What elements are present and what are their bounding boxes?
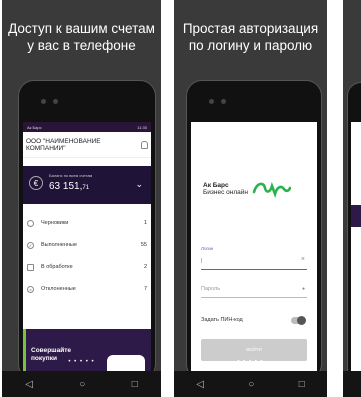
- bell-icon[interactable]: [141, 140, 148, 149]
- balance-label: Баланс по всем счетам: [49, 173, 93, 178]
- phone-mockup: Ак Барс 11:30 ООО "НАИМЕНОВАНИЕ КОМПАНИИ…: [18, 80, 156, 380]
- company-selector[interactable]: ООО "НАИМЕНОВАНИЕ КОМПАНИИ": [23, 132, 151, 158]
- list-item-count: 55: [140, 242, 147, 248]
- list-item[interactable]: Черновики 1: [23, 212, 151, 234]
- list-item-label: Выполненные: [41, 242, 77, 248]
- screenshot-panel-accounts: Доступ к вашим счетам у вас в телефоне А…: [2, 0, 161, 397]
- camera-icon: [209, 99, 214, 104]
- status-bar: Ак Барс 11:30: [23, 122, 151, 132]
- login-button[interactable]: ВОЙТИ: [201, 339, 307, 361]
- panel-headline: Простая авторизация по логину и паролю: [174, 20, 327, 54]
- logo-text: Ак Барс Бизнес онлайн: [203, 182, 248, 196]
- sensor-icon: [53, 99, 58, 104]
- rejected-icon: ×: [27, 285, 34, 293]
- list-item-label: Черновики: [41, 220, 69, 226]
- list-item-label: В обработке: [41, 264, 73, 270]
- balance-amount: 63 151,71: [49, 181, 90, 192]
- android-nav-bar: ◁ ○ □: [2, 371, 161, 397]
- list-item[interactable]: ✓ Выполненные 55: [23, 234, 151, 256]
- pager-dots: • • • • •: [237, 359, 264, 365]
- panel-headline: Доступ к вашим счетам у вас в телефоне: [2, 20, 161, 54]
- headline-line-1: Простая авторизация: [182, 21, 319, 36]
- draft-icon: [27, 219, 34, 227]
- list-item-count: 1: [143, 220, 147, 226]
- back-icon[interactable]: ◁: [196, 379, 204, 390]
- processing-icon: [27, 263, 34, 271]
- partial-card: [351, 205, 361, 227]
- brand-logo: Ак Барс Бизнес онлайн: [203, 180, 291, 198]
- login-label: Логин: [201, 246, 214, 251]
- balance-card[interactable]: € Баланс по всем счетам 63 151,71 ⌄: [23, 166, 151, 204]
- home-icon[interactable]: ○: [248, 379, 254, 390]
- password-field[interactable]: Пароль ●: [201, 282, 307, 298]
- phone-mockup: Ак Барс Бизнес онлайн Логин | × Пароль ● …: [186, 80, 322, 380]
- password-placeholder: Пароль: [201, 286, 221, 292]
- partial-phone: [343, 0, 361, 397]
- pager-dots: • • • • •: [68, 359, 95, 365]
- phone-bezel: [187, 81, 321, 121]
- screenshot-panel-partial: [343, 0, 361, 397]
- chevron-down-icon[interactable]: ⌄: [135, 179, 143, 190]
- phone-screen: Ак Барс Бизнес онлайн Логин | × Пароль ● …: [191, 122, 317, 379]
- headline-line-2: по логину и паролю: [188, 38, 313, 53]
- text-cursor: |: [201, 258, 203, 264]
- clear-icon[interactable]: ×: [301, 256, 305, 263]
- recent-apps-icon[interactable]: □: [299, 379, 305, 390]
- list-item-label: Отклоненные: [41, 286, 76, 292]
- pin-toggle[interactable]: [291, 316, 306, 325]
- back-icon[interactable]: ◁: [25, 379, 33, 390]
- recent-apps-icon[interactable]: □: [132, 379, 138, 390]
- company-name: ООО "НАИМЕНОВАНИЕ КОМПАНИИ": [26, 137, 101, 152]
- login-field[interactable]: Логин | ×: [201, 246, 307, 270]
- carrier-label: Ак Барс: [27, 124, 42, 130]
- phone-screen: [351, 122, 361, 378]
- list-item-count: 7: [143, 286, 147, 292]
- android-nav-bar: [343, 371, 361, 397]
- home-icon[interactable]: ○: [79, 379, 85, 390]
- list-item[interactable]: В обработке 2: [23, 256, 151, 278]
- android-nav-bar: ◁ ○ □: [174, 371, 327, 397]
- phone-screen: Ак Барс 11:30 ООО "НАИМЕНОВАНИЕ КОМПАНИИ…: [23, 122, 151, 379]
- headline-line-1: Доступ к вашим счетам: [8, 21, 155, 36]
- check-icon: ✓: [27, 241, 34, 249]
- list-item-count: 2: [143, 264, 147, 270]
- phone-bezel: [19, 81, 155, 121]
- brand-mark-icon: [252, 181, 291, 198]
- camera-icon: [41, 99, 46, 104]
- screenshot-panel-login: Простая авторизация по логину и паролю А…: [174, 0, 327, 397]
- headline-line-2: у вас в телефоне: [27, 38, 136, 53]
- clock-label: 11:30: [137, 124, 147, 130]
- list-item[interactable]: × Отклоненные 7: [23, 278, 151, 300]
- currency-icon: €: [29, 176, 43, 190]
- eye-icon[interactable]: ●: [302, 286, 305, 292]
- sensor-icon: [221, 99, 226, 104]
- pin-label: Задать ПИН-код: [201, 317, 243, 323]
- documents-list: Черновики 1 ✓ Выполненные 55 В обработке…: [23, 212, 151, 300]
